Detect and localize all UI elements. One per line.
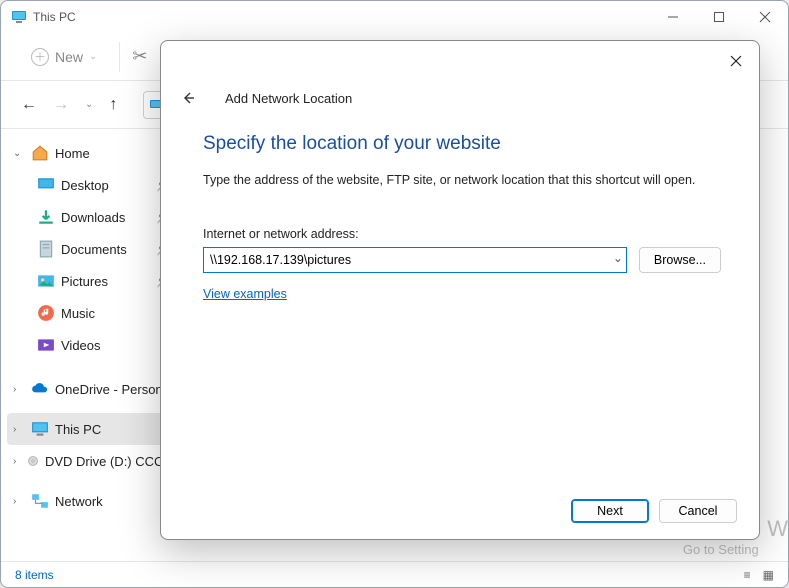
videos-icon bbox=[37, 337, 55, 353]
dialog-title: Add Network Location bbox=[225, 91, 352, 106]
chevron-down-icon[interactable]: ⌄ bbox=[613, 251, 623, 265]
titlebar: This PC bbox=[1, 1, 788, 33]
sidebar-label: Downloads bbox=[61, 210, 125, 225]
toolbar-separator bbox=[119, 42, 120, 72]
monitor-icon bbox=[11, 9, 27, 25]
chevron-right-icon: › bbox=[13, 456, 21, 467]
address-combobox[interactable]: ⌄ bbox=[203, 247, 627, 273]
sidebar-item-music[interactable]: Music bbox=[1, 297, 181, 329]
chevron-down-icon: ⌄ bbox=[89, 51, 97, 62]
sidebar-item-desktop[interactable]: Desktop 📌 bbox=[1, 169, 181, 201]
browse-button[interactable]: Browse... bbox=[639, 247, 721, 273]
details-view-button[interactable]: ≡ bbox=[744, 568, 751, 582]
sidebar-label: Network bbox=[55, 494, 103, 509]
monitor-icon bbox=[31, 421, 49, 437]
address-label: Internet or network address: bbox=[203, 227, 721, 241]
sidebar-item-pictures[interactable]: Pictures 📌 bbox=[1, 265, 181, 297]
sidebar-label: Videos bbox=[61, 338, 101, 353]
sidebar-item-home[interactable]: ⌄ Home bbox=[1, 137, 181, 169]
add-network-location-dialog: Add Network Location Specify the locatio… bbox=[160, 40, 760, 540]
close-icon bbox=[730, 55, 742, 67]
nav-recent-button[interactable]: ⌄ bbox=[85, 99, 93, 110]
plus-icon: ＋ bbox=[31, 48, 49, 66]
sidebar-item-downloads[interactable]: Downloads 📌 bbox=[1, 201, 181, 233]
chevron-right-icon: › bbox=[13, 384, 25, 395]
home-icon bbox=[31, 145, 49, 161]
sidebar-item-dvd[interactable]: › DVD Drive (D:) CCCOMA_X64FRE bbox=[1, 445, 181, 477]
address-input[interactable] bbox=[203, 247, 627, 273]
sidebar-label: Desktop bbox=[61, 178, 109, 193]
sidebar-label: Home bbox=[55, 146, 90, 161]
sidebar-item-onedrive[interactable]: › OneDrive - Personal bbox=[1, 373, 181, 405]
sidebar-item-videos[interactable]: Videos bbox=[1, 329, 181, 361]
sidebar-item-documents[interactable]: Documents 📌 bbox=[1, 233, 181, 265]
sidebar-label: Music bbox=[61, 306, 95, 321]
item-count: 8 items bbox=[15, 568, 54, 582]
pictures-icon bbox=[37, 273, 55, 289]
tiles-view-button[interactable]: ▦ bbox=[763, 568, 774, 582]
chevron-right-icon: › bbox=[13, 424, 25, 435]
disc-icon bbox=[27, 453, 39, 469]
sidebar-label: Documents bbox=[61, 242, 127, 257]
next-button[interactable]: Next bbox=[571, 499, 649, 523]
nav-back-button[interactable]: ← bbox=[21, 96, 37, 114]
new-button[interactable]: ＋ New ⌄ bbox=[21, 42, 107, 72]
download-icon bbox=[37, 209, 55, 225]
sidebar: ⌄ Home Desktop 📌 Downloads 📌 Documents 📌 bbox=[1, 129, 181, 561]
cloud-icon bbox=[31, 381, 49, 397]
sidebar-label: This PC bbox=[55, 422, 101, 437]
dialog-close-button[interactable] bbox=[713, 41, 759, 81]
sidebar-label: Pictures bbox=[61, 274, 108, 289]
chevron-down-icon: ⌄ bbox=[13, 148, 25, 159]
sidebar-item-thispc[interactable]: › This PC bbox=[7, 413, 175, 445]
close-button[interactable] bbox=[742, 1, 788, 33]
sidebar-item-network[interactable]: › Network bbox=[1, 485, 181, 517]
dialog-titlebar bbox=[161, 41, 759, 81]
arrow-left-icon bbox=[180, 90, 196, 106]
scissors-icon: ✂ bbox=[132, 46, 147, 66]
dialog-back-button[interactable] bbox=[175, 85, 201, 111]
nav-forward-button[interactable]: → bbox=[53, 96, 69, 114]
network-icon bbox=[31, 493, 49, 509]
desktop-icon bbox=[37, 177, 55, 193]
status-bar: 8 items ≡ ▦ bbox=[1, 561, 788, 587]
dialog-heading: Specify the location of your website bbox=[203, 133, 721, 155]
nav-up-button[interactable]: ↑ bbox=[109, 96, 117, 114]
cut-button[interactable]: ✂ bbox=[132, 46, 147, 67]
chevron-right-icon: › bbox=[13, 496, 25, 507]
view-examples-link[interactable]: View examples bbox=[203, 287, 287, 301]
window-controls bbox=[650, 1, 788, 33]
maximize-button[interactable] bbox=[696, 1, 742, 33]
minimize-button[interactable] bbox=[650, 1, 696, 33]
documents-icon bbox=[37, 241, 55, 257]
music-icon bbox=[37, 305, 55, 321]
sidebar-label: OneDrive - Personal bbox=[55, 382, 173, 397]
new-label: New bbox=[55, 49, 83, 65]
dialog-description: Type the address of the website, FTP sit… bbox=[203, 173, 721, 187]
cancel-button[interactable]: Cancel bbox=[659, 499, 737, 523]
window-title: This PC bbox=[33, 10, 650, 24]
